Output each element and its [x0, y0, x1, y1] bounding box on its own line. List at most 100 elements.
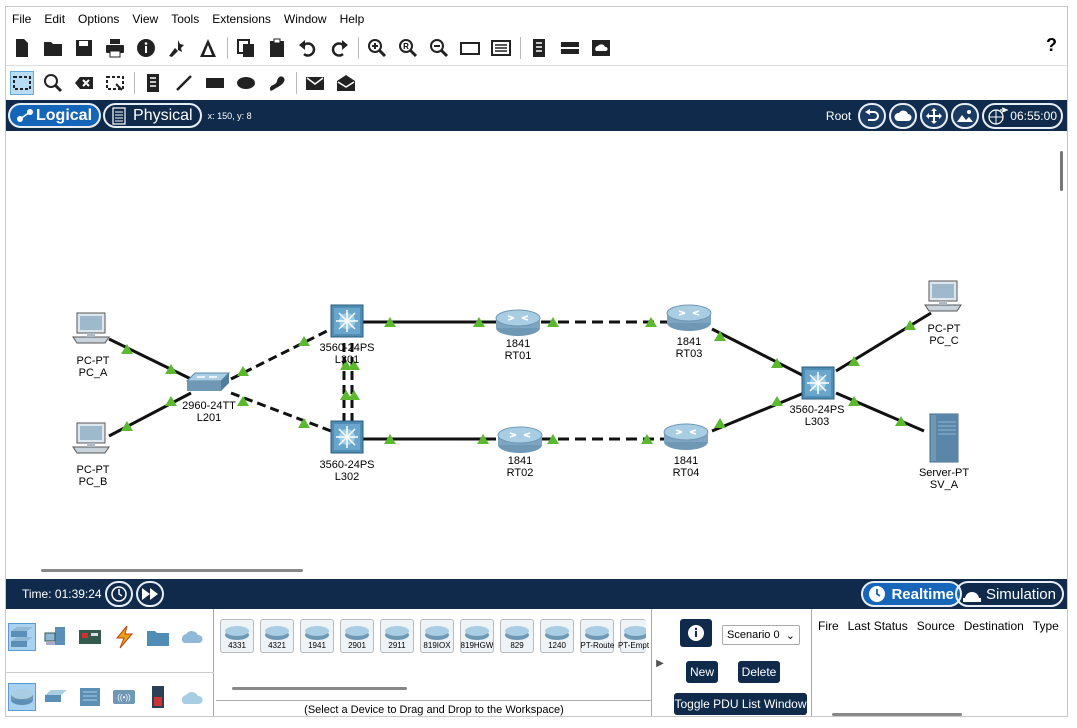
device-model-tile[interactable]: 4321	[260, 619, 294, 653]
device-model-tile[interactable]: 2901	[340, 619, 374, 653]
link-l303-sva[interactable]	[835, 391, 925, 433]
zoom-out-icon[interactable]	[427, 36, 451, 60]
pdu-list-scroll-thumb[interactable]	[832, 713, 962, 716]
device-model-tile[interactable]: 829	[500, 619, 534, 653]
device-model-tile[interactable]: 1941	[300, 619, 334, 653]
zoom-in-icon[interactable]	[365, 36, 389, 60]
device-list-scroll-thumb[interactable]	[232, 687, 407, 690]
fast-forward-icon[interactable]	[135, 581, 164, 607]
complex-pdu-icon[interactable]	[334, 71, 358, 95]
topology-canvas[interactable]: PC-PT PC_A PC-PT PC_B 2960-24TT L201 356…	[6, 131, 1054, 579]
logical-workspace[interactable]: PC-PT PC_A PC-PT PC_B 2960-24TT L201 356…	[6, 131, 1054, 579]
device-model-tile[interactable]: 819HGW	[460, 619, 494, 653]
device-l301[interactable]: 3560-24PS L301	[319, 304, 375, 366]
device-model-tile[interactable]: 2911	[380, 619, 414, 653]
scenario-select[interactable]: Scenario 0 ⌄	[722, 625, 800, 645]
custom-device-icon[interactable]	[489, 36, 513, 60]
server-icon[interactable]	[558, 36, 582, 60]
pdu-col-last-status[interactable]: Last Status	[848, 619, 908, 633]
print-icon[interactable]	[103, 36, 127, 60]
menu-edit[interactable]: Edit	[38, 12, 71, 26]
security-icon[interactable]	[144, 683, 172, 711]
viewport-clock[interactable]: 06:55:00	[982, 103, 1063, 129]
paste-icon[interactable]	[265, 36, 289, 60]
device-pc-a[interactable]: PC-PT PC_A	[72, 312, 110, 379]
routers-icon[interactable]	[8, 683, 36, 711]
save-icon[interactable]	[72, 36, 96, 60]
switches-icon[interactable]	[42, 683, 70, 711]
select-icon[interactable]	[10, 70, 34, 95]
activity-wizard-icon[interactable]	[165, 36, 189, 60]
zoom-reset-icon[interactable]: R	[396, 36, 420, 60]
menu-help[interactable]: Help	[334, 12, 371, 26]
help-button[interactable]: ?	[1046, 35, 1057, 56]
menu-window[interactable]: Window	[278, 12, 333, 26]
hubs-icon[interactable]	[76, 683, 104, 711]
reset-time-icon[interactable]	[104, 581, 133, 607]
device-pc-b[interactable]: PC-PT PC_B	[72, 422, 110, 488]
menu-file[interactable]: File	[6, 12, 37, 26]
device-rt01[interactable]: 1841 RT01	[495, 309, 541, 362]
back-icon[interactable]	[858, 103, 887, 129]
device-model-tile[interactable]: PT-Empt	[618, 619, 649, 653]
move-object-icon[interactable]	[920, 103, 949, 129]
link-rt03-l303[interactable]	[711, 327, 805, 378]
miscellaneous-icon[interactable]	[144, 623, 172, 651]
copy-icon[interactable]	[234, 36, 258, 60]
simulation-mode-button[interactable]: Simulation	[954, 581, 1064, 607]
drawing-palette-icon[interactable]	[458, 36, 482, 60]
device-sv-a[interactable]: Server-PT SV_A	[919, 413, 969, 491]
device-model-tile[interactable]: 1240	[540, 619, 574, 653]
workspace-hscroll-thumb[interactable]	[41, 569, 303, 572]
device-model-tile[interactable]: PT-Router	[580, 619, 614, 653]
list-icon[interactable]	[527, 36, 551, 60]
tab-logical[interactable]: Logical	[8, 103, 102, 128]
open-folder-icon[interactable]	[41, 36, 65, 60]
info-icon[interactable]	[134, 36, 158, 60]
device-rt03[interactable]: 1841 RT03	[666, 304, 712, 360]
link-l201-l302[interactable]	[230, 391, 332, 433]
toggle-pdu-list-button[interactable]: Toggle PDU List Window	[674, 693, 807, 715]
resize-icon[interactable]	[103, 71, 127, 95]
pdu-col-source[interactable]: Source	[917, 619, 955, 633]
scenario-info-icon[interactable]	[680, 619, 712, 647]
wireless-devices-icon[interactable]: ((•))	[110, 683, 138, 711]
realtime-mode-button[interactable]: Realtime	[861, 581, 962, 607]
pt-icon[interactable]	[196, 36, 220, 60]
delete-scenario-button[interactable]: Delete	[738, 661, 780, 683]
pdu-col-destination[interactable]: Destination	[964, 619, 1024, 633]
menu-options[interactable]: Options	[72, 12, 125, 26]
workspace-vscroll-thumb[interactable]	[1060, 151, 1063, 191]
set-background-icon[interactable]	[951, 103, 980, 129]
device-l303[interactable]: 3560-24PS L303	[789, 366, 845, 428]
new-cluster-icon[interactable]	[889, 103, 918, 129]
undo-icon[interactable]	[296, 36, 320, 60]
new-scenario-button[interactable]: New	[686, 661, 718, 683]
components-icon[interactable]	[76, 623, 104, 651]
delete-icon[interactable]	[72, 71, 96, 95]
note-icon[interactable]	[141, 71, 165, 95]
redo-icon[interactable]	[327, 36, 351, 60]
connections-icon[interactable]	[110, 623, 138, 651]
inspect-icon[interactable]	[41, 71, 65, 95]
new-file-icon[interactable]	[10, 36, 34, 60]
menu-tools[interactable]: Tools	[165, 12, 205, 26]
wan-emulation-icon[interactable]	[178, 683, 206, 711]
end-devices-icon[interactable]	[42, 623, 70, 651]
cloud-icon[interactable]	[589, 36, 613, 60]
device-model-tile[interactable]: 4331	[220, 619, 254, 653]
rectangle-icon[interactable]	[203, 71, 227, 95]
tab-physical[interactable]: Physical	[103, 103, 202, 128]
link-pca-l201[interactable]	[108, 337, 192, 381]
expand-arrow-icon[interactable]: ▶	[652, 609, 668, 716]
pdu-col-fire[interactable]: Fire	[818, 619, 839, 633]
multiuser-icon[interactable]	[178, 623, 206, 651]
pdu-col-type[interactable]: Type	[1033, 619, 1059, 633]
device-rt02[interactable]: 1841 RT02	[497, 426, 543, 479]
freeform-icon[interactable]	[265, 71, 289, 95]
device-model-tile[interactable]: 819IOX	[420, 619, 454, 653]
device-rt04[interactable]: 1841 RT04	[663, 423, 709, 479]
link-pcb-l201[interactable]	[108, 391, 192, 438]
workspace-vscroll[interactable]	[1052, 131, 1067, 579]
menu-view[interactable]: View	[126, 12, 164, 26]
